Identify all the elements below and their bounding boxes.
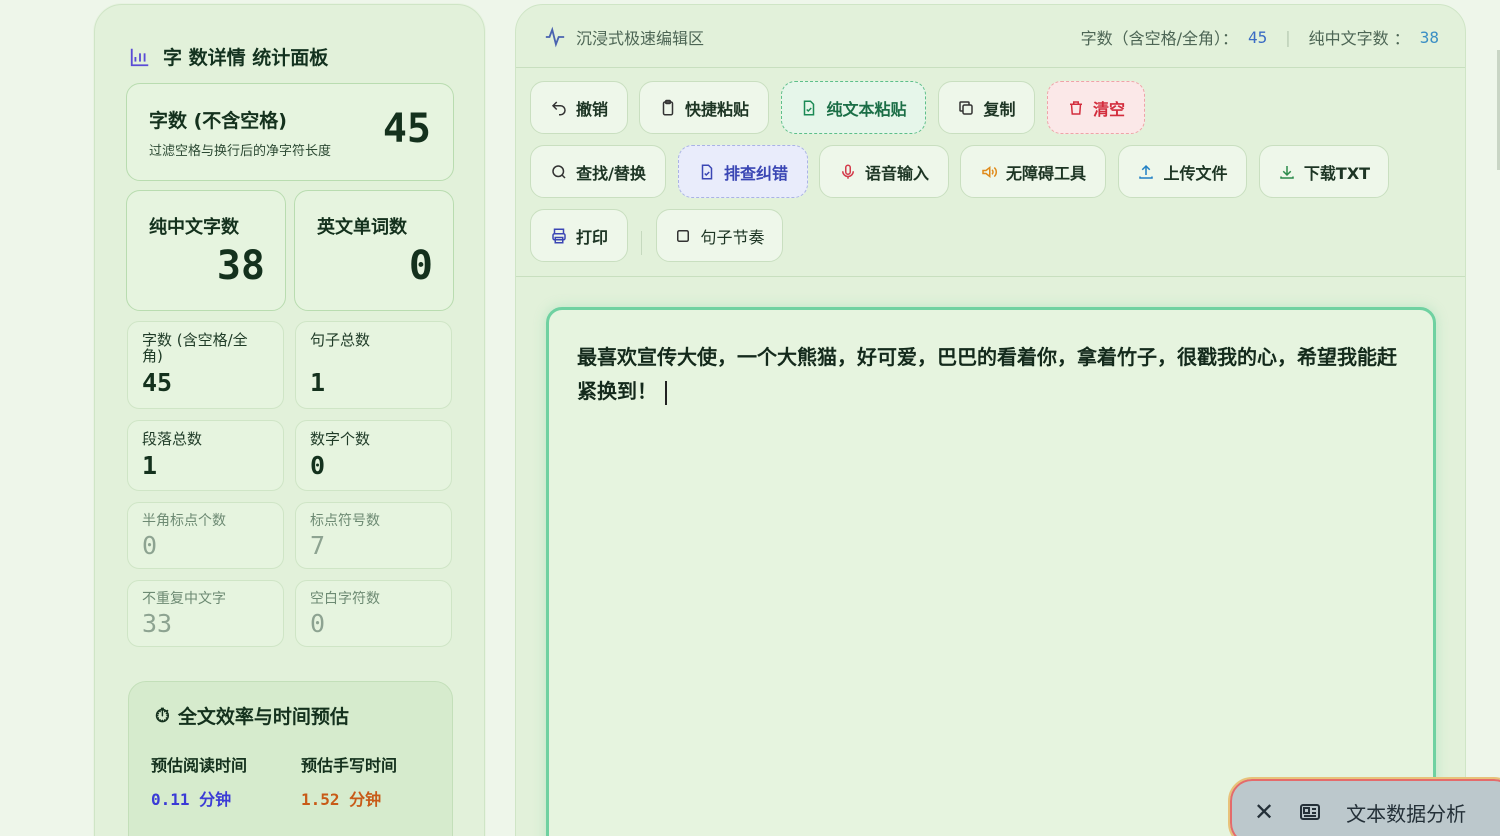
editor-title: 沉浸式极速编辑区 (544, 25, 704, 49)
stat-label: 字数 (含空格/全角) (142, 331, 248, 365)
editor-textarea[interactable]: 最喜欢宣传大使，一个大熊猫，好可爱，巴巴的看着你，拿着竹子，很戳我的心，希望我能… (546, 307, 1436, 836)
stat-card-sentences: 句子总数 1 (295, 321, 452, 409)
copy-icon (959, 100, 974, 115)
editor-panel: 沉浸式极速编辑区 字数（含空格/全角）： 45 | 纯中文字数 ： 38 撤销 … (515, 4, 1466, 836)
upload-icon (1139, 164, 1154, 179)
copy-button[interactable]: 复制 (938, 81, 1035, 134)
toolbar-divider (641, 231, 642, 255)
char-count-sub: 过滤空格与换行后的净字符长度 (149, 144, 332, 159)
char-count-label: 字数 (不含空格) (149, 110, 287, 132)
stopwatch-icon: ⏱ (155, 704, 170, 727)
printer-icon (552, 228, 566, 243)
stat-value: 45 (142, 368, 173, 397)
stat-card-halfwidth-punct: 半角标点个数 0 (127, 502, 284, 569)
stat-value: 0 (310, 609, 326, 638)
clear-button[interactable]: 清空 (1047, 81, 1145, 134)
stat-value: 33 (142, 609, 173, 638)
stat2-value: 38 (1419, 27, 1439, 47)
panel-title-text: 字 数详情 统计面板 (163, 47, 329, 69)
toolbar: 撤销 快捷粘贴 纯文本粘贴 复制 清空 查找/替换 排查纠错 语音输入 无障碍工… (516, 68, 1465, 277)
bar-chart-icon (130, 48, 149, 66)
clipboard-icon (662, 99, 674, 115)
checkbox-icon (677, 229, 690, 242)
stat-value: 7 (310, 531, 326, 560)
stat1-value: 45 (1247, 27, 1268, 47)
stats-panel: 字 数详情 统计面板 字数 (不含空格) 过滤空格与换行后的净字符长度 45 纯… (94, 4, 485, 836)
stat-separator: | (1285, 27, 1291, 47)
find-replace-button[interactable]: 查找/替换 (530, 145, 666, 198)
file-search-icon (701, 164, 713, 179)
close-icon[interactable]: ✕ (1254, 798, 1274, 826)
stat1-label: 字数（含空格/全角）： (1080, 29, 1238, 48)
stat-label: 句子总数 (310, 331, 371, 349)
download-icon (1280, 165, 1294, 179)
stat-card-unique-chinese: 不重复中文字 33 (127, 580, 284, 647)
stat-value: 0 (310, 451, 326, 480)
english-words-value: 0 (408, 243, 433, 289)
search-icon (552, 164, 566, 179)
stat-value: 1 (310, 368, 326, 397)
stat-label: 空白字符数 (310, 591, 380, 607)
write-time-value: 1.52 分钟 (301, 790, 382, 809)
stat-label: 标点符号数 (310, 513, 380, 529)
plain-paste-button[interactable]: 纯文本粘贴 (781, 81, 926, 134)
stat-card-whitespace: 空白字符数 0 (295, 580, 452, 647)
stat-label: 数字个数 (310, 430, 371, 448)
editor-content[interactable]: 最喜欢宣传大使，一个大熊猫，好可爱，巴巴的看着你，拿着竹子，很戳我的心，希望我能… (577, 340, 1407, 408)
read-time-value: 0.11 分钟 (151, 790, 232, 809)
panel-title: 字 数详情 统计面板 (129, 43, 328, 70)
editor-header: 沉浸式极速编辑区 字数（含空格/全角）： 45 | 纯中文字数 ： 38 (516, 5, 1465, 68)
newspaper-icon (1300, 804, 1321, 820)
editor-title-text: 沉浸式极速编辑区 (576, 29, 705, 48)
stat-label: 段落总数 (142, 430, 203, 448)
sentence-rhythm-toggle[interactable]: 句子节奏 (656, 209, 783, 262)
stat-value: 1 (142, 451, 158, 480)
microphone-icon (841, 164, 854, 179)
undo-icon (551, 100, 566, 115)
stat-card-paragraphs: 段落总数 1 (127, 420, 284, 491)
text-caret (665, 380, 667, 405)
undo-button[interactable]: 撤销 (530, 81, 628, 134)
accessibility-button[interactable]: 无障碍工具 (960, 145, 1106, 198)
file-check-icon (804, 100, 815, 115)
trash-icon (1069, 100, 1082, 115)
speaker-icon (982, 165, 997, 178)
efficiency-title: ⏱ 全文效率与时间预估 (155, 702, 349, 729)
download-button[interactable]: 下载TXT (1259, 145, 1389, 198)
text-analysis-button[interactable]: ✕ 文本数据分析 (1228, 777, 1500, 836)
stat2-label: 纯中文字数 ： (1308, 29, 1410, 48)
quick-paste-button[interactable]: 快捷粘贴 (639, 81, 769, 134)
efficiency-card: ⏱ 全文效率与时间预估 预估阅读时间 0.11 分钟 预估手写时间 1.52 分… (128, 681, 453, 836)
english-words-label: 英文单词数 (317, 217, 407, 238)
chinese-count-card: 纯中文字数 38 (126, 190, 286, 311)
char-count-value: 45 (382, 106, 431, 152)
read-time-label: 预估阅读时间 (151, 756, 248, 775)
efficiency-title-text: 全文效率与时间预估 (177, 706, 349, 728)
text-analysis-label: 文本数据分析 (1346, 801, 1467, 826)
stat-label: 不重复中文字 (142, 591, 226, 607)
stat-card-digits: 数字个数 0 (295, 420, 452, 491)
english-words-card: 英文单词数 0 (294, 190, 454, 311)
stat-card-with-spaces: 字数 (含空格/全角) 45 (127, 321, 284, 409)
stat-card-punct: 标点符号数 7 (295, 502, 452, 569)
voice-input-button[interactable]: 语音输入 (819, 145, 949, 198)
chinese-count-value: 38 (216, 243, 265, 289)
upload-button[interactable]: 上传文件 (1118, 145, 1247, 198)
char-count-card: 字数 (不含空格) 过滤空格与换行后的净字符长度 45 (126, 83, 454, 181)
print-button[interactable]: 打印 (530, 209, 628, 262)
chinese-count-label: 纯中文字数 (149, 217, 239, 238)
proofread-button[interactable]: 排查纠错 (678, 145, 808, 198)
activity-icon (545, 26, 565, 48)
write-time-label: 预估手写时间 (301, 756, 398, 775)
stat-label: 半角标点个数 (142, 513, 226, 529)
editor-stats: 字数（含空格/全角）： 45 | 纯中文字数 ： 38 (1081, 25, 1439, 49)
stat-value: 0 (142, 531, 158, 560)
